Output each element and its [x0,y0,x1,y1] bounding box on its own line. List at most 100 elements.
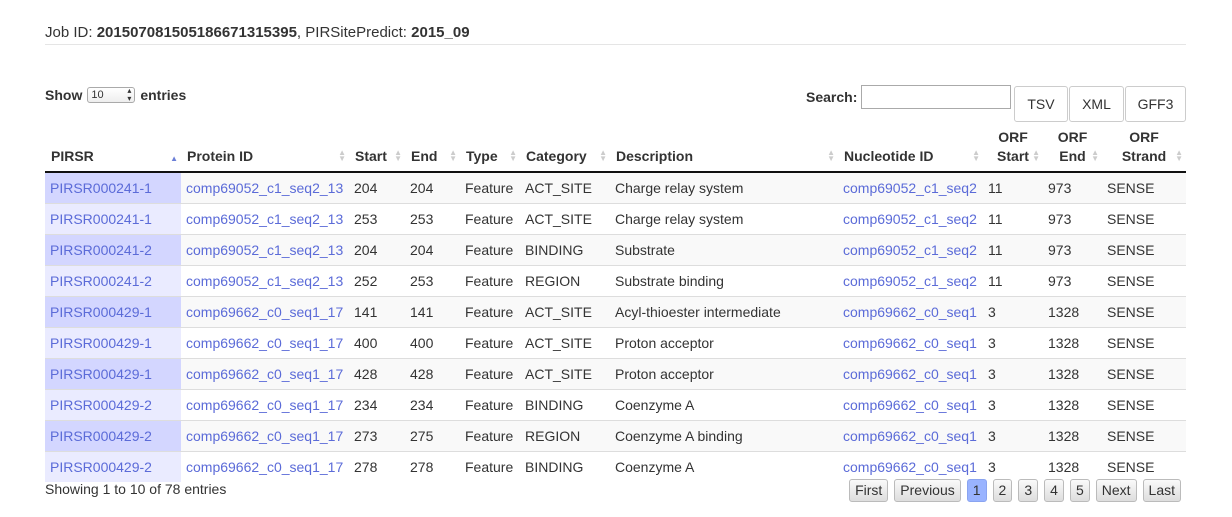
column-header-label: PIRSR [51,148,94,164]
table-cell: comp69052_c1_seq2 [838,233,983,265]
show-label: Show [45,87,83,103]
table-cell: REGION [520,419,610,451]
table-cell: PIRSR000429-2 [45,388,181,420]
sort-both-icon: ▲ ▼ [509,148,517,163]
pager-button-2[interactable]: 2 [992,479,1013,502]
column-header-0[interactable]: PIRSR ▲ [45,124,181,173]
column-header-6[interactable]: Description ▲ ▼ [610,124,838,173]
table-cell: comp69052_c1_seq2 [838,172,983,203]
protein-id-link[interactable]: comp69052_c1_seq2_13 [186,242,343,258]
table-cell: Feature [460,233,520,265]
pirsr-link[interactable]: PIRSR000241-1 [50,211,152,227]
column-header-4[interactable]: Type ▲ ▼ [460,124,520,173]
table-cell: Substrate [610,233,838,265]
pager-button-previous[interactable]: Previous [894,479,961,502]
column-header-10[interactable]: ORF Strand ▲ ▼ [1102,124,1186,173]
table-cell: 973 [1043,202,1102,234]
column-header-5[interactable]: Category ▲ ▼ [520,124,610,173]
pager-button-3[interactable]: 3 [1018,479,1039,502]
pager-button-1[interactable]: 1 [966,479,987,502]
table-cell: 11 [983,264,1043,296]
nucleotide-id-link[interactable]: comp69052_c1_seq2 [843,242,977,258]
nucleotide-id-link[interactable]: comp69052_c1_seq2 [843,211,977,227]
table-cell: Feature [460,357,520,389]
nucleotide-id-link[interactable]: comp69662_c0_seq1 [843,335,977,351]
search-input[interactable] [861,85,1012,109]
table-cell: BINDING [520,388,610,420]
search-control: Search: [806,85,1012,109]
table-cell: PIRSR000429-2 [45,450,181,482]
table-cell: SENSE [1102,202,1186,234]
table-cell: 11 [983,233,1043,265]
nucleotide-id-link[interactable]: comp69052_c1_seq2 [843,180,977,196]
pirsr-link[interactable]: PIRSR000429-2 [50,397,152,413]
column-header-7[interactable]: Nucleotide ID ▲ ▼ [838,124,983,173]
table-cell: 428 [405,357,460,389]
nucleotide-id-link[interactable]: comp69662_c0_seq1 [843,459,977,475]
table-info: Showing 1 to 10 of 78 entries [45,481,227,497]
pager-button-first[interactable]: First [849,479,889,502]
table-cell: 400 [349,326,405,358]
table-body: PIRSR000241-1 comp69052_c1_seq2_13 204 204 F… [45,172,1186,482]
column-header-2[interactable]: Start ▲ ▼ [349,124,405,173]
entries-select[interactable]: 10 ▴ ▾ [87,87,136,103]
pirsr-link[interactable]: PIRSR000241-1 [50,180,152,196]
pager-button-5[interactable]: 5 [1069,479,1090,502]
table-cell: 1328 [1043,326,1102,358]
tool-version: 2015_09 [411,24,470,41]
pager-button-next[interactable]: Next [1095,479,1137,502]
table-cell: ACT_SITE [520,295,610,327]
protein-id-link[interactable]: comp69662_c0_seq1_17 [186,304,343,320]
column-header-8[interactable]: ORF Start ▲ ▼ [983,124,1043,173]
table-cell: REGION [520,264,610,296]
table-cell: comp69052_c1_seq2_13 [181,172,349,203]
export-tsv-button[interactable]: TSV [1014,86,1068,122]
table-cell: 204 [349,172,405,203]
table-cell: comp69662_c0_seq1_17 [181,326,349,358]
table-cell: PIRSR000241-1 [45,202,181,234]
table-row: PIRSR000241-2 comp69052_c1_seq2_13 252 253 F… [45,264,1186,296]
nucleotide-id-link[interactable]: comp69052_c1_seq2 [843,273,977,289]
pirsr-link[interactable]: PIRSR000241-2 [50,273,152,289]
pirsr-link[interactable]: PIRSR000429-2 [50,428,152,444]
nucleotide-id-link[interactable]: comp69662_c0_seq1 [843,366,977,382]
table-row: PIRSR000429-1 comp69662_c0_seq1_17 141 141 F… [45,295,1186,327]
pirsr-link[interactable]: PIRSR000241-2 [50,242,152,258]
table-cell: SENSE [1102,295,1186,327]
protein-id-link[interactable]: comp69662_c0_seq1_17 [186,366,343,382]
table-cell: Feature [460,172,520,203]
protein-id-link[interactable]: comp69662_c0_seq1_17 [186,428,343,444]
table-cell: 234 [349,388,405,420]
pirsr-link[interactable]: PIRSR000429-1 [50,335,152,351]
entries-select-value: 10 [91,89,104,101]
pirsr-link[interactable]: PIRSR000429-2 [50,459,152,475]
nucleotide-id-link[interactable]: comp69662_c0_seq1 [843,304,977,320]
pager-button-4[interactable]: 4 [1044,479,1064,502]
table-cell: 141 [405,295,460,327]
column-header-9[interactable]: ORF End ▲ ▼ [1043,124,1102,173]
protein-id-link[interactable]: comp69052_c1_seq2_13 [186,273,343,289]
column-header-3[interactable]: End ▲ ▼ [405,124,460,173]
divider [45,44,1186,45]
protein-id-link[interactable]: comp69052_c1_seq2_13 [186,180,343,196]
table-cell: 204 [405,172,460,203]
protein-id-link[interactable]: comp69662_c0_seq1_17 [186,459,343,475]
pirsr-link[interactable]: PIRSR000429-1 [50,366,152,382]
protein-id-link[interactable]: comp69662_c0_seq1_17 [186,335,343,351]
table-cell: 1328 [1043,295,1102,327]
protein-id-link[interactable]: comp69052_c1_seq2_13 [186,211,343,227]
table-cell: 252 [349,264,405,296]
export-xml-button[interactable]: XML [1069,86,1124,122]
nucleotide-id-link[interactable]: comp69662_c0_seq1 [843,397,977,413]
column-header-1[interactable]: Protein ID ▲ ▼ [181,124,349,173]
export-gff3-button[interactable]: GFF3 [1125,86,1186,122]
table-cell: Feature [460,326,520,358]
protein-id-link[interactable]: comp69662_c0_seq1_17 [186,397,343,413]
sort-both-icon: ▲ ▼ [449,148,457,163]
tool-label: PIRSitePredict: [305,24,407,41]
pager-button-last[interactable]: Last [1142,479,1181,502]
table-cell: 234 [405,388,460,420]
table-cell: Feature [460,450,520,482]
pirsr-link[interactable]: PIRSR000429-1 [50,304,152,320]
nucleotide-id-link[interactable]: comp69662_c0_seq1 [843,428,977,444]
